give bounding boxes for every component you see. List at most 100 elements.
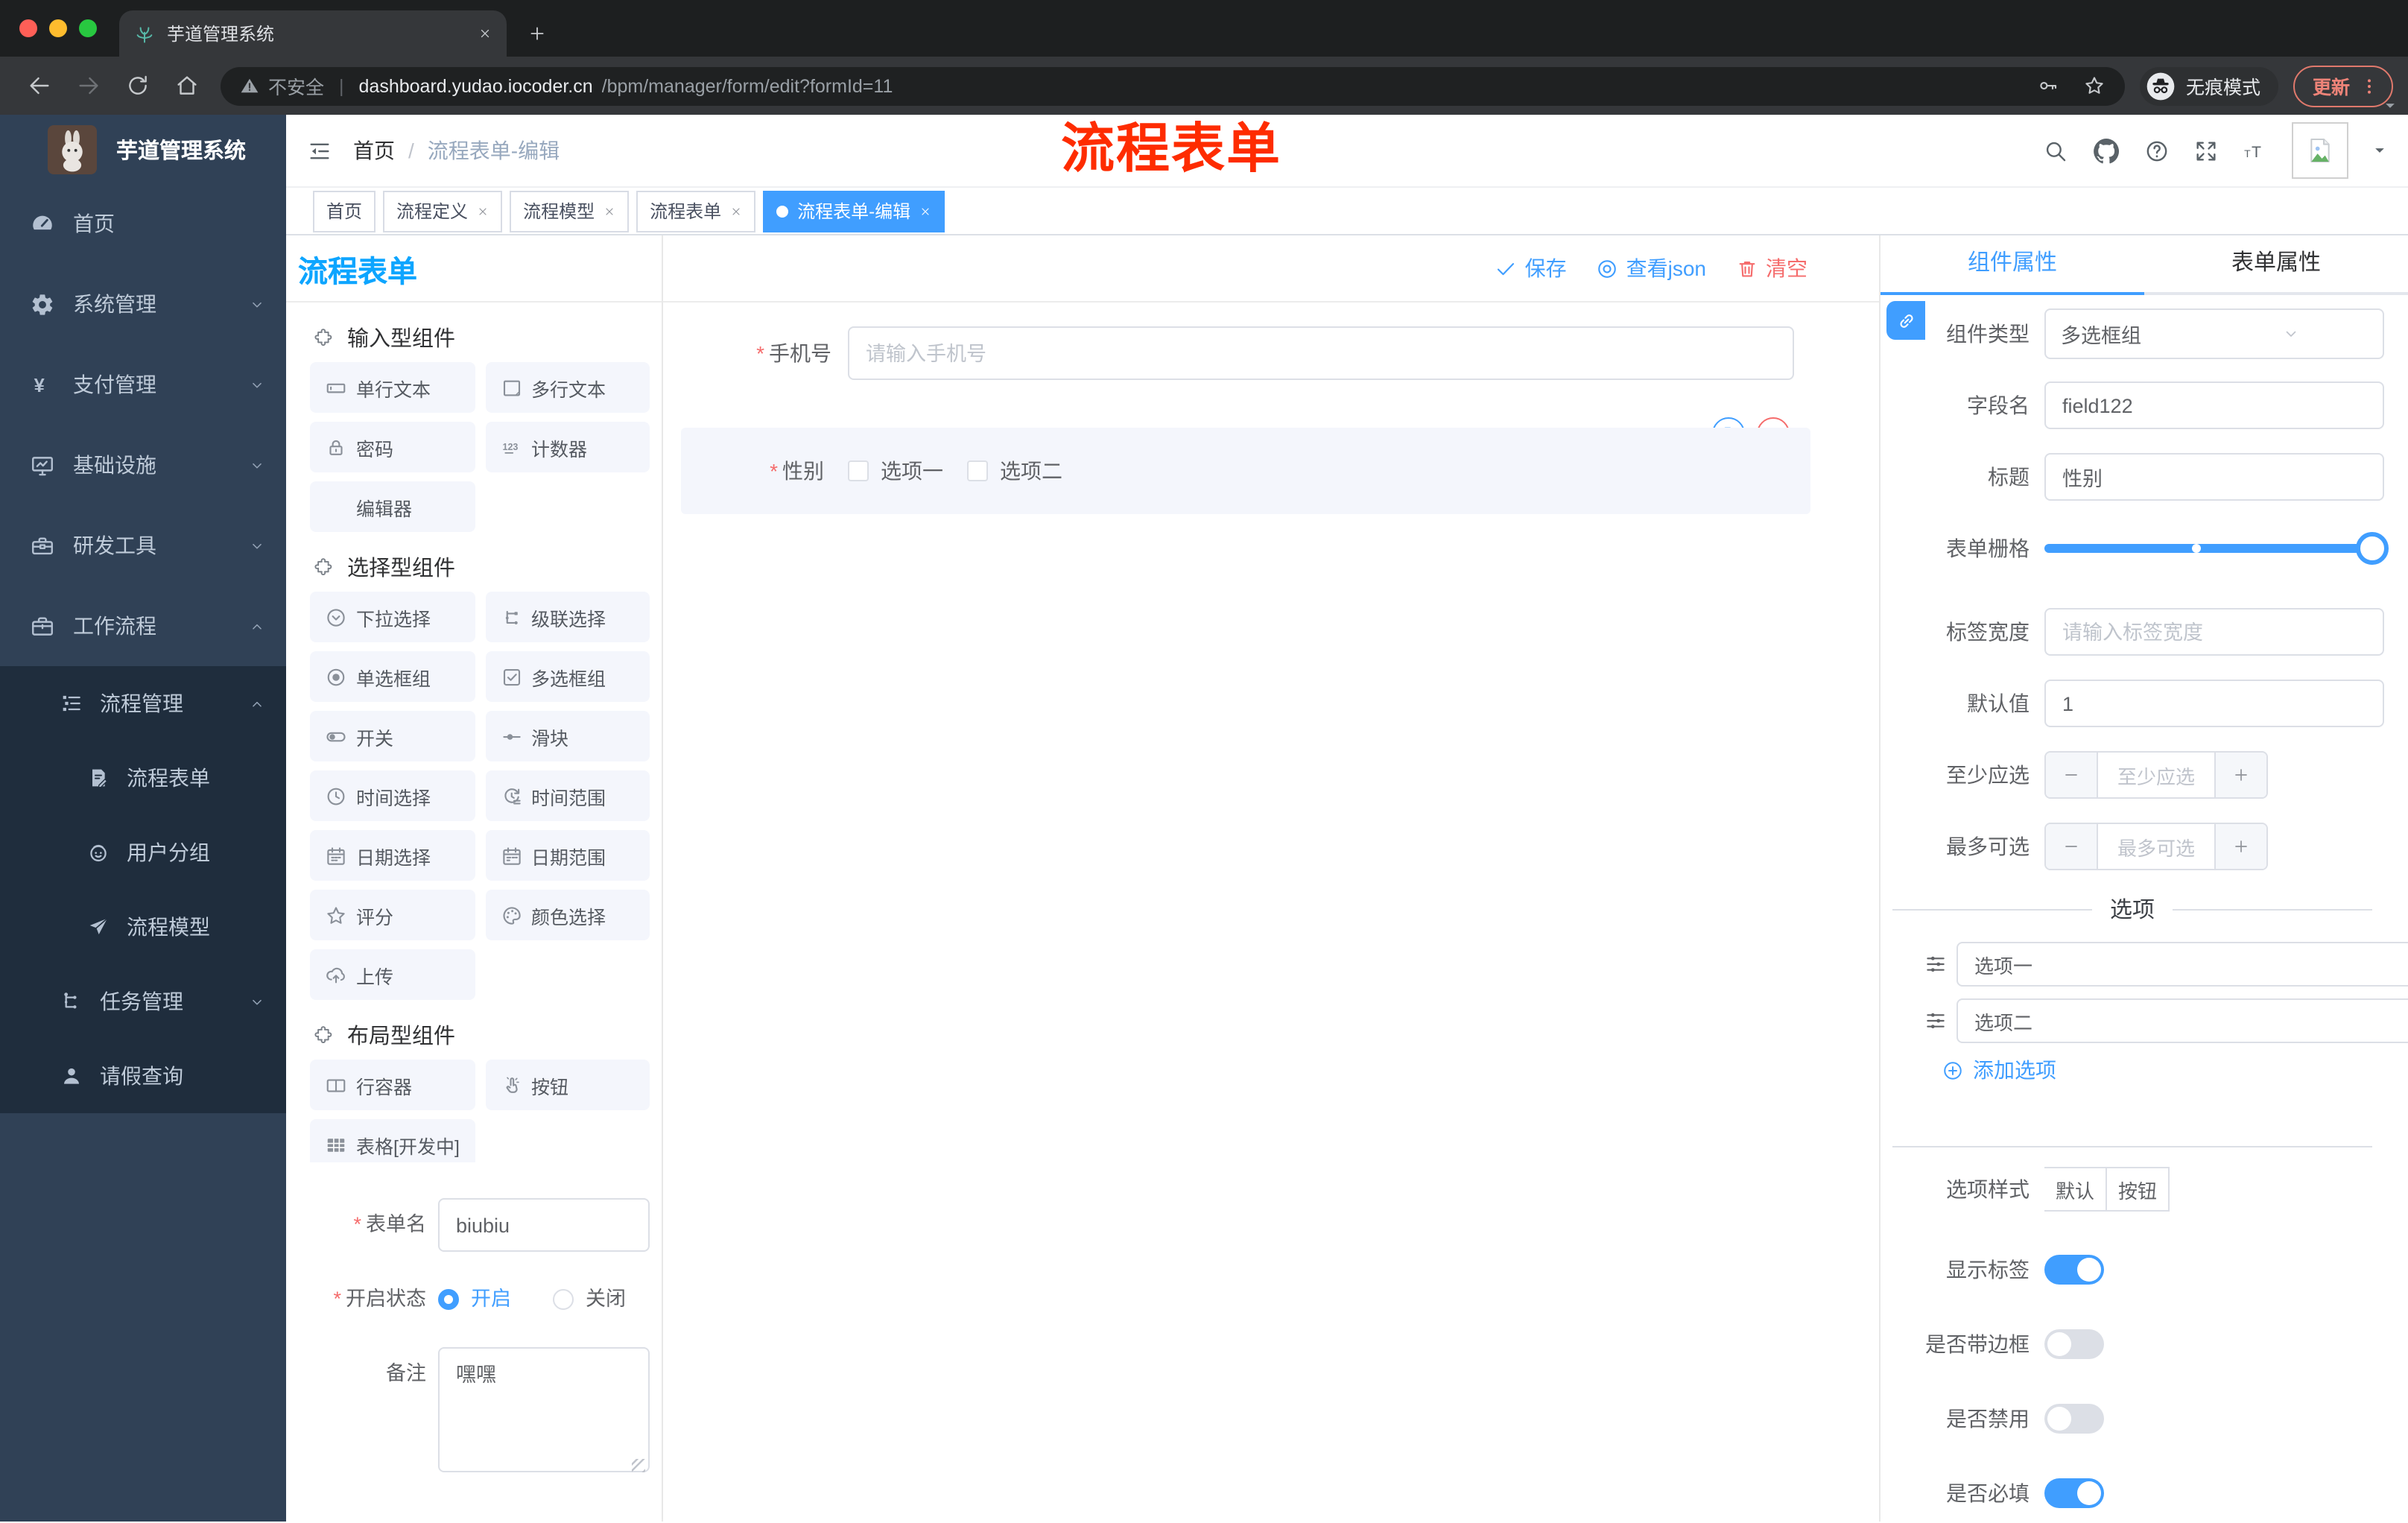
component-item[interactable]: 单行文本 [310, 362, 475, 413]
user-avatar[interactable] [2292, 122, 2348, 179]
security-label[interactable]: 不安全 [268, 72, 324, 100]
toggle-switch[interactable] [2044, 1329, 2104, 1359]
tag[interactable]: 首页 [313, 190, 376, 232]
component-item[interactable]: 时间选择 [310, 770, 475, 821]
reload-icon[interactable] [125, 73, 150, 98]
gender-option[interactable]: 选项二 [967, 456, 1062, 486]
checkbox-icon[interactable] [967, 460, 988, 481]
component-type-select[interactable]: 多选框组 [2044, 308, 2384, 359]
status-on-radio[interactable] [438, 1289, 459, 1310]
search-icon[interactable] [2043, 138, 2068, 163]
option-label-input[interactable] [1956, 942, 2408, 987]
add-option-button[interactable]: 添加选项 [1942, 1055, 2384, 1085]
component-item[interactable]: 行容器 [310, 1060, 475, 1110]
component-item[interactable]: 多行文本 [485, 362, 650, 413]
component-item[interactable]: 级联选择 [485, 592, 650, 642]
chrome-caret-down-icon[interactable] [2383, 98, 2398, 113]
home-icon[interactable] [174, 73, 200, 98]
canvas-action-button[interactable]: 查看json [1597, 253, 1706, 283]
new-tab-button[interactable] [527, 24, 547, 43]
tag-close-icon[interactable] [730, 205, 742, 217]
zoom-window-button[interactable] [79, 19, 97, 37]
sidebar-menu-item[interactable]: ¥ 支付管理 [0, 344, 286, 425]
forward-icon[interactable] [76, 73, 101, 98]
drag-handle-icon[interactable] [1924, 1009, 1948, 1033]
bookmark-star-icon[interactable] [2083, 75, 2106, 97]
min-select-placeholder[interactable]: 至少应选 [2098, 753, 2214, 797]
toggle-switch[interactable] [2044, 1478, 2104, 1508]
link-tab[interactable] [1886, 301, 1925, 340]
component-item[interactable]: 多选框组 [485, 651, 650, 702]
checkbox-icon[interactable] [848, 460, 869, 481]
tag-close-icon[interactable] [919, 205, 931, 217]
properties-tab[interactable]: 表单属性 [2144, 235, 2408, 295]
phone-field[interactable]: * 手机号 [663, 326, 1794, 380]
component-item[interactable]: 日期选择 [310, 830, 475, 881]
component-item[interactable]: 评分 [310, 890, 475, 940]
component-item[interactable]: 密码 [310, 422, 475, 472]
form-remark-textarea[interactable] [438, 1347, 650, 1472]
tag-close-icon[interactable] [603, 205, 615, 217]
field-name-input[interactable] [2044, 381, 2384, 429]
breadcrumb-home[interactable]: 首页 [353, 136, 395, 165]
sidebar-submenu-item[interactable]: 任务管理 [0, 964, 286, 1039]
sidebar-submenu-item[interactable]: 用户分组 [0, 815, 286, 890]
properties-tab[interactable]: 组件属性 [1881, 235, 2144, 295]
status-on-label[interactable]: 开启 [471, 1273, 511, 1326]
component-item[interactable]: 123 计数器 [485, 422, 650, 472]
status-off-radio[interactable] [553, 1289, 574, 1310]
title-input[interactable] [2044, 453, 2384, 501]
url-bar[interactable]: 不安全 | dashboard.yudao.iocoder.cn/bpm/man… [221, 66, 2125, 105]
sidebar-menu-item[interactable]: 系统管理 [0, 264, 286, 344]
component-item[interactable]: 日期范围 [485, 830, 650, 881]
collapse-sidebar-icon[interactable] [307, 138, 332, 163]
browser-update-button[interactable]: 更新 [2293, 65, 2393, 107]
sidebar-submenu-item[interactable]: 请假查询 [0, 1039, 286, 1113]
component-item[interactable]: 单选框组 [310, 651, 475, 702]
avatar-caret-down-icon[interactable] [2372, 143, 2387, 158]
component-item[interactable]: 滑块 [485, 711, 650, 762]
sidebar-menu-item[interactable]: 工作流程 [0, 586, 286, 666]
component-item[interactable]: 表格[开发中] [310, 1119, 475, 1162]
browser-tab[interactable]: 芋道管理系统 [119, 10, 507, 57]
plus-button[interactable] [2214, 824, 2266, 869]
form-grid-slider[interactable] [2044, 532, 2389, 565]
minus-button[interactable] [2046, 824, 2098, 869]
component-item[interactable]: 编辑器 [310, 481, 475, 532]
sidebar-menu-item[interactable]: 研发工具 [0, 505, 286, 586]
github-icon[interactable] [2092, 136, 2120, 165]
canvas-action-button[interactable]: 保存 [1495, 253, 1567, 283]
minus-button[interactable] [2046, 753, 2098, 797]
option-label-input[interactable] [1956, 998, 2408, 1043]
toggle-switch[interactable] [2044, 1404, 2104, 1434]
slider-handle[interactable] [2356, 532, 2389, 565]
sidebar-menu-item[interactable]: 首页 [0, 183, 286, 264]
help-icon[interactable] [2144, 138, 2170, 163]
max-select-placeholder[interactable]: 最多可选 [2098, 824, 2214, 869]
component-item[interactable]: 开关 [310, 711, 475, 762]
label-width-input[interactable] [2044, 608, 2384, 656]
sidebar-submenu-item[interactable]: 流程模型 [0, 890, 286, 964]
sidebar-submenu-item[interactable]: 流程表单 [0, 741, 286, 815]
sidebar-menu-item[interactable]: 基础设施 [0, 425, 286, 505]
sidebar-logo-row[interactable]: 芋道管理系统 [0, 115, 286, 183]
option-style-button[interactable]: 按钮 [2107, 1167, 2170, 1212]
component-item[interactable]: 颜色选择 [485, 890, 650, 940]
canvas-action-button[interactable]: 清空 [1736, 253, 1807, 283]
component-item[interactable]: 下拉选择 [310, 592, 475, 642]
font-size-icon[interactable]: TT [2243, 138, 2268, 163]
form-name-input[interactable] [438, 1198, 650, 1252]
option-style-button[interactable]: 默认 [2044, 1167, 2107, 1212]
sidebar-submenu-item[interactable]: 流程管理 [0, 666, 286, 741]
plus-button[interactable] [2214, 753, 2266, 797]
tag[interactable]: 流程表单 [636, 190, 756, 232]
tag[interactable]: 流程模型 [510, 190, 630, 232]
fullscreen-icon[interactable] [2193, 138, 2219, 163]
tag-close-icon[interactable] [477, 205, 489, 217]
password-key-icon[interactable] [2037, 75, 2059, 97]
phone-input[interactable] [848, 326, 1794, 380]
tag[interactable]: 流程定义 [383, 190, 503, 232]
gender-field-selected[interactable]: * 性别 选项一 选项二 [681, 428, 1810, 514]
tab-close-icon[interactable] [478, 27, 492, 40]
close-window-button[interactable] [19, 19, 37, 37]
